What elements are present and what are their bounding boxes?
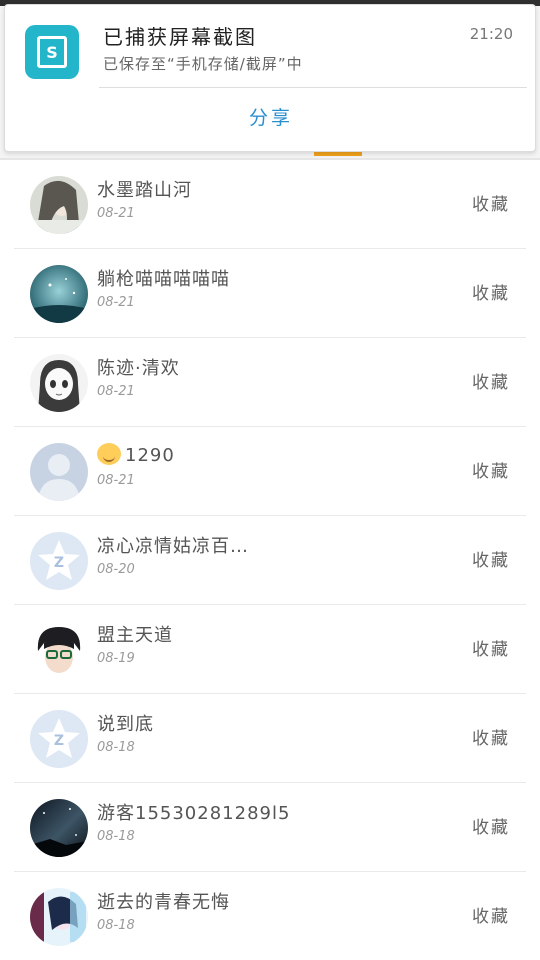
svg-text:Z: Z xyxy=(54,733,64,749)
qzone-default-avatar[interactable]: Z xyxy=(30,532,88,590)
painted-figure-avatar[interactable] xyxy=(30,176,88,234)
page: 打赏 打赏 鲜花 收藏 鼓掌 S 已捕获屏幕截图 21:20 已保存至“手机存储… xyxy=(0,0,540,960)
collect-label: 收藏 xyxy=(472,462,510,482)
anime-glasses-avatar[interactable] xyxy=(30,621,88,679)
list-item[interactable]: 逝去的青春无悔 08-18 收藏 xyxy=(14,872,526,960)
user-name[interactable]: 游客15530281289l5 xyxy=(97,799,290,825)
user-name[interactable]: 躺枪喵喵喵喵喵 xyxy=(97,265,230,291)
list-item[interactable]: 1290 08-21 收藏 xyxy=(14,427,526,516)
list-item[interactable]: 盟主天道 08-19 收藏 xyxy=(14,605,526,694)
notification-divider xyxy=(99,87,527,88)
date-label: 08-21 xyxy=(97,295,135,310)
collect-label: 收藏 xyxy=(472,818,510,838)
collect-label: 收藏 xyxy=(472,284,510,304)
starry-teal-avatar[interactable] xyxy=(30,265,88,323)
list-item[interactable]: Z 说到底 08-18 收藏 xyxy=(14,694,526,783)
date-label: 08-21 xyxy=(97,206,135,221)
user-name[interactable]: 逝去的青春无悔 xyxy=(97,888,230,914)
user-name-text: 1290 xyxy=(125,445,175,466)
qzone-default-avatar[interactable]: Z xyxy=(30,710,88,768)
notification-title: 已捕获屏幕截图 xyxy=(103,25,257,49)
collect-label: 收藏 xyxy=(472,640,510,660)
collect-label: 收藏 xyxy=(472,729,510,749)
user-name[interactable]: 说到底 xyxy=(97,710,154,736)
notification-time: 21:20 xyxy=(469,25,513,43)
smile-emoji-icon xyxy=(97,443,121,465)
list-item[interactable]: 躺枪喵喵喵喵喵 08-21 收藏 xyxy=(14,249,526,338)
user-name[interactable]: 盟主天道 xyxy=(97,621,173,647)
date-label: 08-21 xyxy=(97,473,135,488)
svg-text:Z: Z xyxy=(54,555,64,571)
date-label: 08-18 xyxy=(97,829,135,844)
date-label: 08-19 xyxy=(97,651,135,666)
notification-subtitle: 已保存至“手机存储/截屏”中 xyxy=(103,55,303,73)
list-item[interactable]: 陈迹·清欢 08-21 收藏 xyxy=(14,338,526,427)
user-name[interactable]: 水墨踏山河 xyxy=(97,176,192,202)
user-name[interactable]: 凉心凉情姑凉百… xyxy=(97,532,249,558)
collect-label: 收藏 xyxy=(472,907,510,927)
user-name[interactable]: 陈迹·清欢 xyxy=(97,354,180,380)
collect-label: 收藏 xyxy=(472,195,510,215)
date-label: 08-21 xyxy=(97,384,135,399)
list-item[interactable]: 水墨踏山河 08-21 收藏 xyxy=(14,160,526,249)
sketch-girl-avatar[interactable] xyxy=(30,354,88,412)
user-name[interactable]: 1290 xyxy=(97,443,175,466)
list-item[interactable]: Z 凉心凉情姑凉百… 08-20 收藏 xyxy=(14,516,526,605)
date-label: 08-18 xyxy=(97,740,135,755)
date-label: 08-18 xyxy=(97,918,135,933)
collect-label: 收藏 xyxy=(472,373,510,393)
screenshot-app-icon: S xyxy=(25,25,79,79)
date-label: 08-20 xyxy=(97,562,135,577)
list-item[interactable]: 游客15530281289l5 08-18 收藏 xyxy=(14,783,526,872)
collect-label: 收藏 xyxy=(472,551,510,571)
colorful-poster-avatar[interactable] xyxy=(30,888,88,946)
night-sky-avatar[interactable] xyxy=(30,799,88,857)
collector-list: 水墨踏山河 08-21 收藏 躺枪喵喵喵喵喵 08-21 收藏 陈迹·清欢 08… xyxy=(14,160,526,960)
share-button[interactable]: 分享 xyxy=(5,103,537,130)
screenshot-notification[interactable]: S 已捕获屏幕截图 21:20 已保存至“手机存储/截屏”中 分享 xyxy=(4,4,536,152)
default-person-avatar[interactable] xyxy=(30,443,88,501)
